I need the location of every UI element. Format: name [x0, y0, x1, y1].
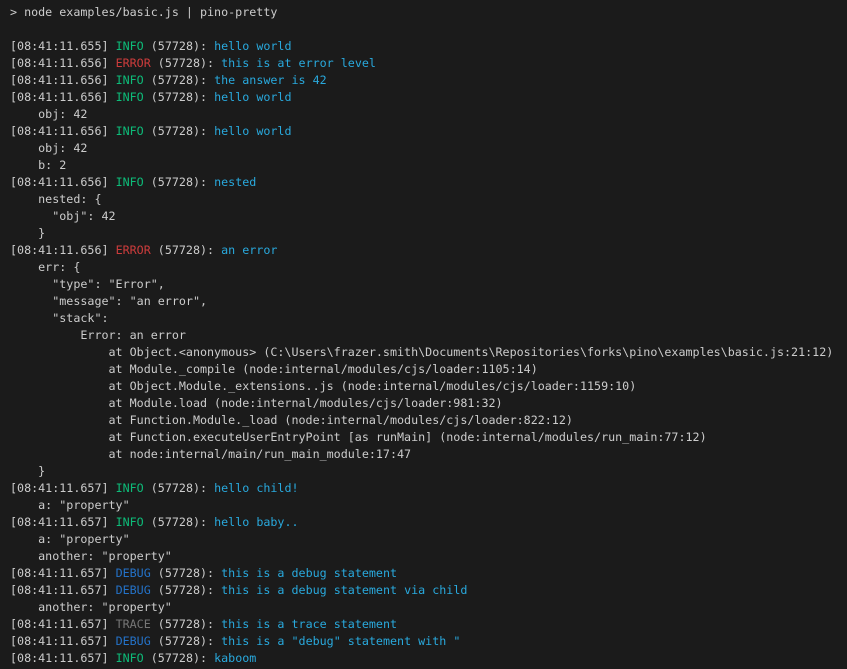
log-detail-line: at Module._compile (node:internal/module…: [10, 361, 847, 378]
log-pid: (57728):: [151, 243, 221, 257]
log-message: this is at error level: [221, 56, 376, 70]
log-detail-line: nested: {: [10, 191, 847, 208]
log-line: [08:41:11.656] INFO (57728): hello world: [10, 89, 847, 106]
log-timestamp: [08:41:11.655]: [10, 39, 116, 53]
log-timestamp: [08:41:11.657]: [10, 617, 116, 631]
log-level-badge: INFO: [116, 175, 144, 189]
log-pid: (57728):: [144, 481, 214, 495]
log-timestamp: [08:41:11.657]: [10, 566, 116, 580]
log-message: this is a debug statement via child: [221, 583, 467, 597]
log-level-badge: INFO: [116, 651, 144, 665]
log-line: [08:41:11.657] INFO (57728): hello baby.…: [10, 514, 847, 531]
log-level-badge: INFO: [116, 481, 144, 495]
log-level-badge: DEBUG: [116, 583, 151, 597]
log-line: [08:41:11.657] DEBUG (57728): this is a …: [10, 565, 847, 582]
log-line: [08:41:11.657] INFO (57728): hello child…: [10, 480, 847, 497]
log-pid: (57728):: [144, 73, 214, 87]
blank-line: [10, 21, 847, 38]
log-message: the answer is 42: [214, 73, 327, 87]
log-message: an error: [221, 243, 277, 257]
log-level-badge: INFO: [116, 90, 144, 104]
log-message: hello baby..: [214, 515, 298, 529]
log-timestamp: [08:41:11.656]: [10, 243, 116, 257]
log-level-badge: INFO: [116, 39, 144, 53]
log-timestamp: [08:41:11.656]: [10, 56, 116, 70]
log-message: this is a trace statement: [221, 617, 397, 631]
log-detail-line: Error: an error: [10, 327, 847, 344]
log-line: [08:41:11.657] DEBUG (57728): this is a …: [10, 633, 847, 650]
log-detail-line: at Object.Module._extensions..js (node:i…: [10, 378, 847, 395]
log-pid: (57728):: [144, 124, 214, 138]
log-detail-line: a: "property": [10, 497, 847, 514]
log-level-badge: INFO: [116, 124, 144, 138]
log-level-badge: DEBUG: [116, 566, 151, 580]
log-detail-line: at Function.Module._load (node:internal/…: [10, 412, 847, 429]
log-timestamp: [08:41:11.656]: [10, 124, 116, 138]
log-timestamp: [08:41:11.657]: [10, 481, 116, 495]
log-pid: (57728):: [151, 617, 221, 631]
log-line: [08:41:11.656] INFO (57728): hello world: [10, 123, 847, 140]
log-detail-line: obj: 42: [10, 140, 847, 157]
log-message: hello world: [214, 39, 291, 53]
log-detail-line: at Module.load (node:internal/modules/cj…: [10, 395, 847, 412]
log-timestamp: [08:41:11.657]: [10, 515, 116, 529]
log-pid: (57728):: [151, 634, 221, 648]
log-level-badge: ERROR: [116, 56, 151, 70]
log-detail-line: at Function.executeUserEntryPoint [as ru…: [10, 429, 847, 446]
log-level-badge: INFO: [116, 515, 144, 529]
log-pid: (57728):: [144, 175, 214, 189]
log-timestamp: [08:41:11.657]: [10, 634, 116, 648]
log-level-badge: ERROR: [116, 243, 151, 257]
log-line: [08:41:11.657] TRACE (57728): this is a …: [10, 616, 847, 633]
log-detail-line: obj: 42: [10, 106, 847, 123]
log-line: [08:41:11.656] INFO (57728): nested: [10, 174, 847, 191]
log-timestamp: [08:41:11.656]: [10, 90, 116, 104]
log-timestamp: [08:41:11.657]: [10, 583, 116, 597]
log-detail-line: "message": "an error",: [10, 293, 847, 310]
log-detail-line: b: 2: [10, 157, 847, 174]
log-line: [08:41:11.656] ERROR (57728): an error: [10, 242, 847, 259]
log-message: this is a debug statement: [221, 566, 397, 580]
log-line: [08:41:11.657] DEBUG (57728): this is a …: [10, 582, 847, 599]
log-level-badge: TRACE: [116, 617, 151, 631]
log-timestamp: [08:41:11.656]: [10, 73, 116, 87]
log-line: [08:41:11.655] INFO (57728): hello world: [10, 38, 847, 55]
log-detail-line: another: "property": [10, 599, 847, 616]
log-level-badge: INFO: [116, 73, 144, 87]
log-pid: (57728):: [144, 39, 214, 53]
log-pid: (57728):: [151, 566, 221, 580]
log-timestamp: [08:41:11.657]: [10, 651, 116, 665]
log-message: kaboom: [214, 651, 256, 665]
log-detail-line: "type": "Error",: [10, 276, 847, 293]
log-detail-line: "stack":: [10, 310, 847, 327]
log-pid: (57728):: [151, 56, 221, 70]
log-detail-line: }: [10, 225, 847, 242]
log-timestamp: [08:41:11.656]: [10, 175, 116, 189]
log-message: hello child!: [214, 481, 298, 495]
log-pid: (57728):: [151, 583, 221, 597]
log-message: nested: [214, 175, 256, 189]
terminal-viewport[interactable]: > node examples/basic.js | pino-pretty […: [0, 0, 847, 669]
log-pid: (57728):: [144, 90, 214, 104]
log-detail-line: at node:internal/main/run_main_module:17…: [10, 446, 847, 463]
log-line: [08:41:11.656] ERROR (57728): this is at…: [10, 55, 847, 72]
log-detail-line: another: "property": [10, 548, 847, 565]
log-detail-line: }: [10, 463, 847, 480]
log-detail-line: a: "property": [10, 531, 847, 548]
log-message: hello world: [214, 90, 291, 104]
log-message: hello world: [214, 124, 291, 138]
log-pid: (57728):: [144, 651, 214, 665]
log-line: [08:41:11.657] INFO (57728): kaboom: [10, 650, 847, 667]
log-line: [08:41:11.656] INFO (57728): the answer …: [10, 72, 847, 89]
log-detail-line: "obj": 42: [10, 208, 847, 225]
log-pid: (57728):: [144, 515, 214, 529]
log-detail-line: err: {: [10, 259, 847, 276]
log-level-badge: DEBUG: [116, 634, 151, 648]
log-message: this is a "debug" statement with ": [221, 634, 460, 648]
terminal-output: > node examples/basic.js | pino-pretty […: [10, 4, 847, 667]
command-line: > node examples/basic.js | pino-pretty: [10, 4, 847, 21]
log-detail-line: at Object.<anonymous> (C:\Users\frazer.s…: [10, 344, 847, 361]
